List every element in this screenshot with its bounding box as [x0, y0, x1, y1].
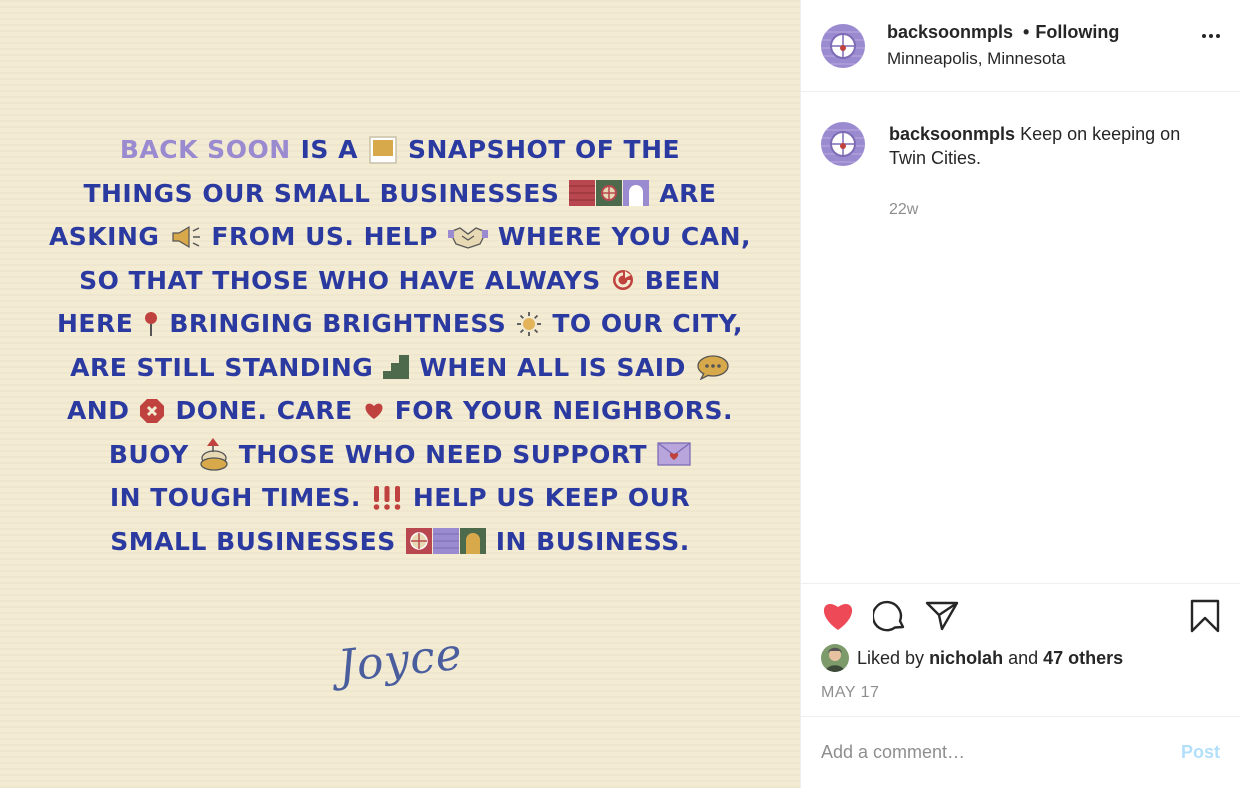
poem-line-2: THINGS OUR SMALL BUSINESSES ARE [83, 172, 716, 216]
following-button[interactable]: Following [1035, 22, 1119, 43]
poem-line-3: ASKING FROM US. HELP WHERE YOU CAN, [49, 215, 751, 259]
post-actions: Liked by nicholah and 47 others MAY 17 [801, 583, 1240, 716]
poem-text-segment: IS A [300, 135, 358, 164]
post-location[interactable]: Minneapolis, Minnesota [887, 49, 1119, 69]
storefront-icon [405, 528, 486, 555]
liked-by-and: and [1008, 647, 1039, 668]
poem-text: BACK SOON IS A SNAPSHOT OF THE THINGS OU… [49, 128, 751, 563]
poem-line-9: IN TOUGH TIMES. HELP US KEEP OUR [110, 476, 690, 520]
polaroid-icon [368, 135, 398, 165]
comment-input[interactable] [821, 742, 1181, 763]
bookmark-icon [1190, 599, 1220, 633]
exclamation-icon [371, 485, 403, 511]
poem-line-8: BUOY THOSE WHO NEED SUPPORT [109, 433, 691, 477]
more-dot-icon [1209, 34, 1213, 38]
poem-text-segment: DONE. CARE [175, 396, 353, 425]
poem-text-segment: WHEN ALL IS SAID [419, 352, 686, 382]
buoy-icon [199, 436, 229, 472]
post-header: backsoonmpls • Following Minneapolis, Mi… [801, 0, 1240, 92]
paper-plane-icon [925, 601, 959, 631]
save-button[interactable] [1190, 599, 1220, 633]
poem-line-6: ARE STILL STANDING WHEN ALL IS SAID [70, 346, 730, 390]
poem-line-5: HERE BRINGING BRIGHTNESS TO OUR CITY, [57, 302, 743, 346]
megaphone-icon [169, 225, 201, 249]
poem-text-segment: TO OUR CITY, [552, 309, 743, 338]
stop-sign-icon [139, 398, 165, 424]
poem-text-segment: ASKING [48, 222, 160, 251]
poem-line-7: AND DONE. CARE FOR YOUR NEIGHBORS. [67, 389, 733, 433]
caption-username[interactable]: backsoonmpls [889, 124, 1015, 144]
header-top-row: backsoonmpls • Following [887, 22, 1119, 43]
more-options-button[interactable] [1202, 34, 1220, 38]
pin-icon [143, 311, 159, 337]
comments-section: backsoonmpls Keep on keeping on Twin Cit… [801, 92, 1240, 583]
poem-text-segment: HERE [56, 309, 134, 338]
poem-text-segment: AND [66, 396, 130, 425]
post-date[interactable]: MAY 17 [821, 684, 1220, 702]
signature: Joyce [335, 628, 465, 693]
header-text: backsoonmpls • Following Minneapolis, Mi… [887, 22, 1119, 69]
speech-bubble-icon [696, 354, 730, 381]
poem-text-segment: BRINGING BRIGHTNESS [169, 309, 507, 338]
post-image[interactable]: BACK SOON IS A SNAPSHOT OF THE THINGS OU… [0, 0, 800, 788]
instagram-post: BACK SOON IS A SNAPSHOT OF THE THINGS OU… [0, 0, 1240, 788]
poem-text-segment: SNAPSHOT OF THE [407, 135, 681, 164]
like-button[interactable] [821, 600, 855, 632]
poem-line-10: SMALL BUSINESSES IN BUSINESS. [110, 520, 689, 564]
heart-filled-icon [823, 604, 853, 630]
poem-text-segment: IN BUSINESS. [495, 526, 690, 556]
poem-line-4: SO THAT THOSE WHO HAVE ALWAYS BEEN [79, 259, 721, 303]
poem-text-segment: WHERE YOU CAN, [497, 222, 752, 251]
poem-text-segment: SO THAT THOSE WHO HAVE ALWAYS [79, 265, 601, 295]
envelope-icon [657, 442, 691, 466]
caption-comment: backsoonmpls Keep on keeping on Twin Cit… [821, 122, 1220, 222]
avatar[interactable] [821, 23, 865, 68]
liker-avatar[interactable] [821, 644, 849, 672]
liked-by-others[interactable]: 47 others [1043, 648, 1123, 669]
poem-text-segment: IN TOUGH TIMES. [109, 483, 361, 512]
liked-by-user[interactable]: nicholah [929, 648, 1003, 669]
action-bar [821, 598, 1220, 634]
poem-text-segment: BUOY [108, 439, 189, 469]
poem-text-segment: SMALL BUSINESSES [110, 526, 396, 556]
header-username[interactable]: backsoonmpls [887, 22, 1013, 43]
refresh-icon [611, 268, 635, 292]
handshake-icon [447, 224, 488, 250]
poem-text-segment: FROM US. HELP [211, 222, 438, 251]
post-comment-button[interactable]: Post [1181, 742, 1220, 763]
heart-icon [363, 401, 385, 421]
storefront-icon [569, 180, 650, 207]
share-button[interactable] [925, 600, 959, 632]
poem-text-segment: THOSE WHO NEED SUPPORT [238, 439, 648, 469]
poem-text-segment: THINGS OUR SMALL BUSINESSES [83, 178, 560, 208]
poem-line-1: BACK SOON IS A SNAPSHOT OF THE [120, 128, 680, 172]
poem-highlight-back-soon: BACK SOON [119, 135, 291, 164]
poem-text-segment: ARE STILL STANDING [70, 352, 374, 382]
caption-timestamp[interactable]: 22w [889, 198, 1219, 222]
post-side-panel: backsoonmpls • Following Minneapolis, Mi… [800, 0, 1240, 788]
more-dot-icon [1216, 34, 1220, 38]
comment-icon [873, 600, 905, 632]
poem-text-segment: FOR YOUR NEIGHBORS. [394, 396, 734, 425]
poem-text-segment: ARE [659, 178, 717, 208]
stairs-icon [383, 355, 410, 380]
liked-by-prefix: Liked by [857, 647, 925, 668]
header-separator: • [1023, 22, 1030, 42]
poem-text-segment: HELP US KEEP OUR [412, 483, 691, 512]
comment-button[interactable] [873, 599, 907, 633]
sun-icon [516, 311, 542, 337]
caption-body: backsoonmpls Keep on keeping on Twin Cit… [889, 122, 1219, 222]
avatar[interactable] [821, 122, 865, 166]
likes-summary: Liked by nicholah and 47 others [821, 644, 1220, 672]
add-comment-form: Post [801, 716, 1240, 788]
more-dot-icon [1202, 34, 1206, 38]
poem-text-segment: BEEN [644, 265, 721, 295]
